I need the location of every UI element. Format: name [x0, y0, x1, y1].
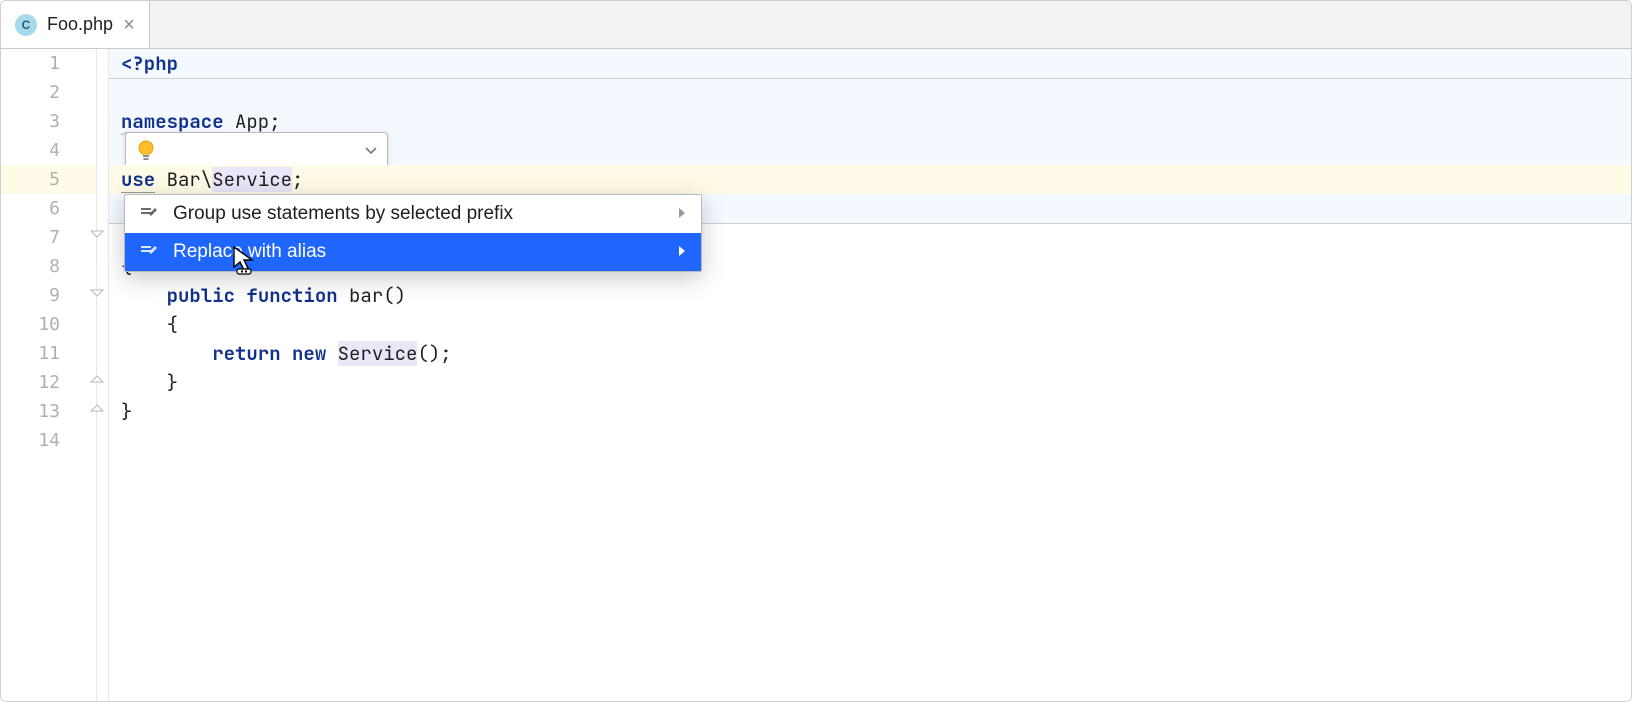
code-text: (); [417, 341, 451, 366]
fold-strip [97, 49, 109, 702]
close-tab-icon[interactable]: × [123, 15, 135, 35]
gutter-line: 8 [1, 252, 96, 281]
fold-marker-icon[interactable] [90, 227, 104, 241]
code-line [109, 136, 1631, 165]
code-line: } [109, 368, 1631, 397]
edit-icon [139, 242, 159, 262]
keyword-return: return [212, 341, 280, 366]
intention-item-group-use[interactable]: Group use statements by selected prefix [125, 195, 701, 233]
code-line: <?php [109, 49, 1631, 78]
gutter-line: 14 [1, 426, 96, 455]
code-text: Bar\ [155, 167, 212, 192]
chevron-right-icon [677, 241, 687, 263]
gutter-line: 5 [1, 165, 96, 194]
intention-popup: Group use statements by selected prefix … [124, 194, 702, 272]
gutter-line: 11 [1, 339, 96, 368]
keyword-new: new [292, 341, 326, 366]
fold-marker-icon[interactable] [90, 401, 104, 415]
intention-item-label: Replace with alias [173, 241, 663, 263]
code-line: { [109, 310, 1631, 339]
code-area[interactable]: <?php namespace App; [109, 49, 1631, 702]
gutter-line: 12 [1, 368, 96, 397]
gutter-line: 13 [1, 397, 96, 426]
gutter-line: 6 [1, 194, 96, 223]
code-line [109, 78, 1631, 107]
fold-marker-icon[interactable] [90, 372, 104, 386]
gutter: 1 2 3 4 5 6 7 8 9 10 11 12 13 14 [1, 49, 97, 702]
class-ref: Service [212, 167, 292, 192]
gutter-line: 4 [1, 136, 96, 165]
gutter-line: 10 [1, 310, 96, 339]
keyword-public: public [167, 283, 235, 308]
code-text: { [121, 312, 178, 337]
gutter-line: 1 [1, 49, 96, 78]
tab-filename: Foo.php [47, 14, 113, 35]
gutter-line: 3 [1, 107, 96, 136]
code-line: return new Service(); [109, 339, 1631, 368]
code-text: } [121, 370, 178, 395]
editor: 1 2 3 4 5 6 7 8 9 10 11 12 13 14 [1, 49, 1631, 702]
gutter-line: 9 [1, 281, 96, 310]
code-line [109, 426, 1631, 455]
code-text: ; [292, 167, 303, 192]
code-line: use Bar\Service; [109, 165, 1631, 194]
editor-tab[interactable]: C Foo.php × [1, 1, 150, 48]
class-ref: Service [338, 341, 418, 366]
code-line: public function bar() [109, 281, 1631, 310]
code-line: } [109, 397, 1631, 426]
gutter-line: 7 [1, 223, 96, 252]
fold-marker-icon[interactable] [90, 286, 104, 300]
code-text: bar() [338, 283, 406, 308]
intention-item-label: Group use statements by selected prefix [173, 203, 663, 225]
keyword-use: use [121, 167, 155, 193]
code-text: } [121, 399, 132, 424]
intention-item-replace-alias[interactable]: Replace with alias [125, 233, 701, 271]
edit-icon [139, 204, 159, 224]
keyword-function: function [246, 283, 337, 308]
tab-bar: C Foo.php × [1, 1, 1631, 49]
gutter-line: 2 [1, 78, 96, 107]
filetype-icon: C [15, 14, 37, 36]
chevron-right-icon [677, 203, 687, 225]
ide-frame: C Foo.php × 1 2 3 4 5 6 7 8 9 10 11 12 1… [0, 0, 1632, 702]
php-open-tag: <?php [121, 51, 178, 76]
